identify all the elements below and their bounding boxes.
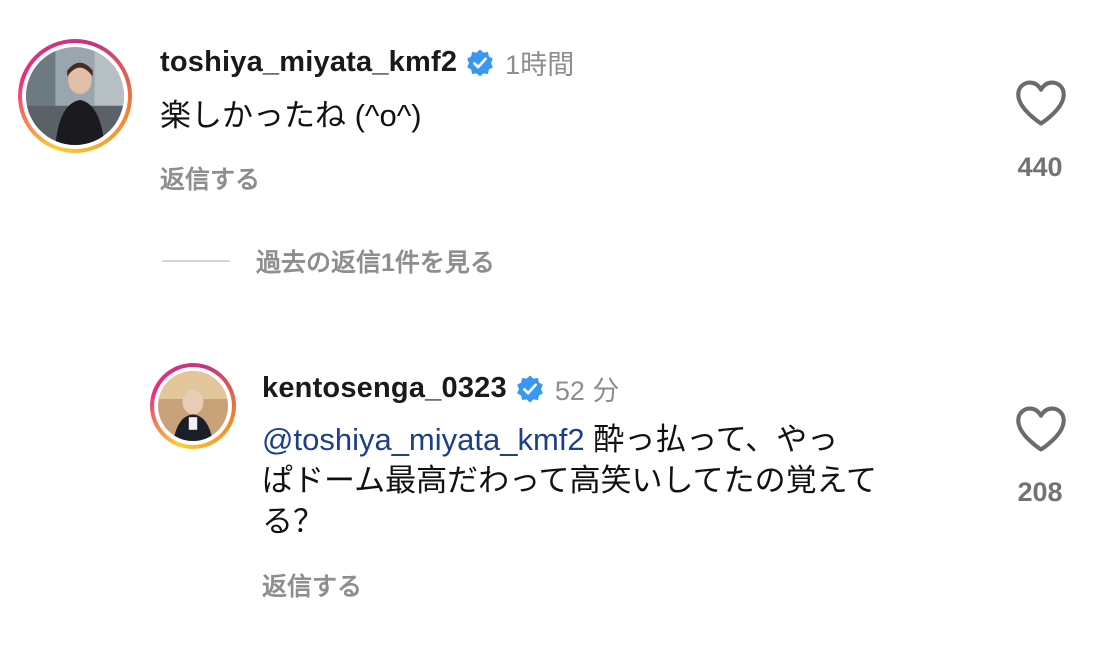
verified-badge-icon (515, 374, 545, 404)
comments-thread: toshiya_miyata_kmf2 1時間 楽しかったね (^o^) 返信す… (0, 0, 1107, 653)
comment-text-part: 酔っ払って、やっ (584, 422, 839, 457)
avatar[interactable] (150, 363, 236, 449)
reply-button[interactable]: 返信する (160, 160, 260, 196)
comment-text: @toshiya_miyata_kmf2 酔っ払って、やっ ぱドーム最高だわって… (262, 419, 962, 542)
heart-outline-icon[interactable] (1013, 78, 1069, 128)
avatar-photo (26, 47, 124, 145)
comment-header: kentosenga_0323 52 分 (262, 369, 619, 408)
comment-line: ぱドーム最高だわって高笑いしてたの覚えて (262, 463, 878, 498)
comment-timestamp: 52 分 (554, 376, 620, 406)
heart-outline-icon[interactable] (1013, 404, 1069, 454)
comment-text: 楽しかったね (^o^) (160, 98, 422, 133)
mention-link[interactable]: @toshiya_miyata_kmf2 (262, 422, 585, 457)
verified-badge-icon (465, 48, 495, 78)
reply-button[interactable]: 返信する (262, 567, 362, 603)
comment-line: る？ (262, 504, 324, 539)
avatar[interactable] (18, 39, 132, 153)
username[interactable]: toshiya_miyata_kmf2 (160, 46, 457, 79)
avatar-photo (158, 371, 228, 441)
comment-timestamp: 1時間 (505, 50, 575, 80)
view-replies-label: 過去の返信1件を見る (256, 249, 495, 277)
view-replies-button[interactable]: 過去の返信1件を見る (162, 243, 495, 279)
username[interactable]: kentosenga_0323 (262, 372, 507, 405)
comment-header: toshiya_miyata_kmf2 1時間 (160, 43, 574, 82)
like-count: 440 (1017, 152, 1063, 182)
like-count: 208 (1017, 477, 1063, 507)
divider (162, 260, 230, 262)
comment-line: @toshiya_miyata_kmf2 酔っ払って、やっ (262, 419, 962, 460)
